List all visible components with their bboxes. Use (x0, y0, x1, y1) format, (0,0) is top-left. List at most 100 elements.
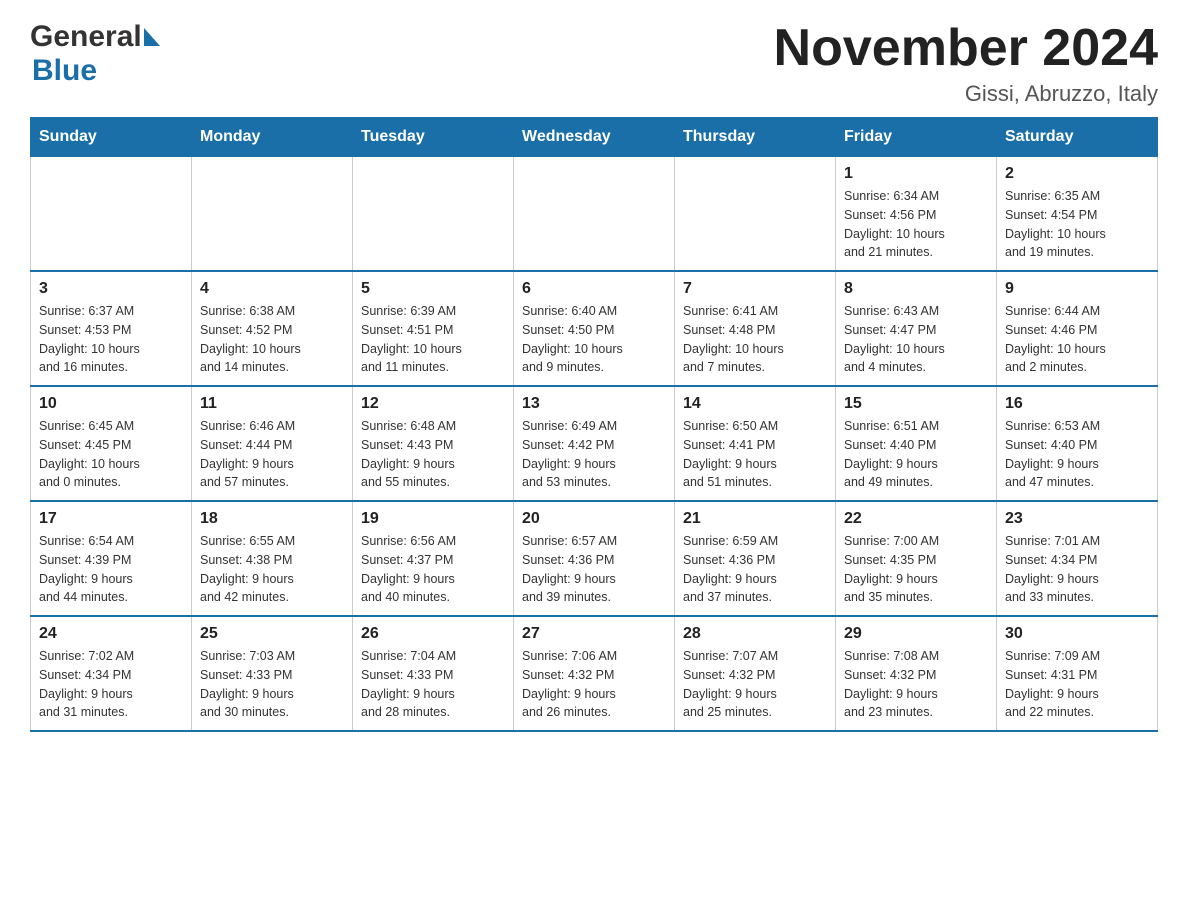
calendar-cell: 6 Sunrise: 6:40 AM Sunset: 4:50 PM Daylig… (514, 271, 675, 386)
week-row-5: 24 Sunrise: 7:02 AM Sunset: 4:34 PM Dayli… (31, 616, 1158, 731)
day-info: Sunrise: 6:43 AM Sunset: 4:47 PM Dayligh… (844, 302, 988, 377)
location: Gissi, Abruzzo, Italy (774, 81, 1158, 107)
day-info: Sunrise: 6:54 AM Sunset: 4:39 PM Dayligh… (39, 532, 183, 607)
day-number: 30 (1005, 625, 1149, 643)
calendar-cell: 10Sunrise: 6:45 AM Sunset: 4:45 PM Dayli… (31, 386, 192, 501)
day-info: Sunrise: 7:06 AM Sunset: 4:32 PM Dayligh… (522, 647, 666, 722)
calendar-cell: 25 Sunrise: 7:03 AM Sunset: 4:33 PM Dayli… (192, 616, 353, 731)
calendar-cell: 21 Sunrise: 6:59 AM Sunset: 4:36 PM Dayli… (675, 501, 836, 616)
calendar-cell: 8Sunrise: 6:43 AM Sunset: 4:47 PM Daylig… (836, 271, 997, 386)
day-info: Sunrise: 7:08 AM Sunset: 4:32 PM Dayligh… (844, 647, 988, 722)
day-number: 12 (361, 395, 505, 413)
day-number: 6 (522, 280, 666, 298)
calendar-cell: 5 Sunrise: 6:39 AM Sunset: 4:51 PM Daylig… (353, 271, 514, 386)
month-title: November 2024 (774, 20, 1158, 77)
day-info: Sunrise: 6:41 AM Sunset: 4:48 PM Dayligh… (683, 302, 827, 377)
weekday-header-row: SundayMondayTuesdayWednesdayThursdayFrid… (31, 118, 1158, 157)
weekday-header-saturday: Saturday (997, 118, 1158, 157)
day-info: Sunrise: 6:46 AM Sunset: 4:44 PM Dayligh… (200, 417, 344, 492)
day-number: 9 (1005, 280, 1149, 298)
day-number: 2 (1005, 165, 1149, 183)
day-info: Sunrise: 6:45 AM Sunset: 4:45 PM Dayligh… (39, 417, 183, 492)
day-number: 20 (522, 510, 666, 528)
day-number: 11 (200, 395, 344, 413)
day-number: 25 (200, 625, 344, 643)
day-info: Sunrise: 6:50 AM Sunset: 4:41 PM Dayligh… (683, 417, 827, 492)
logo: General Blue (30, 20, 160, 88)
calendar-cell: 19 Sunrise: 6:56 AM Sunset: 4:37 PM Dayli… (353, 501, 514, 616)
day-number: 22 (844, 510, 988, 528)
weekday-header-monday: Monday (192, 118, 353, 157)
day-number: 24 (39, 625, 183, 643)
day-info: Sunrise: 6:37 AM Sunset: 4:53 PM Dayligh… (39, 302, 183, 377)
day-info: Sunrise: 7:00 AM Sunset: 4:35 PM Dayligh… (844, 532, 988, 607)
calendar-cell: 22 Sunrise: 7:00 AM Sunset: 4:35 PM Dayli… (836, 501, 997, 616)
calendar-cell: 14 Sunrise: 6:50 AM Sunset: 4:41 PM Dayli… (675, 386, 836, 501)
calendar-cell: 4 Sunrise: 6:38 AM Sunset: 4:52 PM Daylig… (192, 271, 353, 386)
week-row-3: 10Sunrise: 6:45 AM Sunset: 4:45 PM Dayli… (31, 386, 1158, 501)
day-number: 4 (200, 280, 344, 298)
calendar-cell: 20Sunrise: 6:57 AM Sunset: 4:36 PM Dayli… (514, 501, 675, 616)
day-info: Sunrise: 6:44 AM Sunset: 4:46 PM Dayligh… (1005, 302, 1149, 377)
day-number: 18 (200, 510, 344, 528)
day-info: Sunrise: 7:09 AM Sunset: 4:31 PM Dayligh… (1005, 647, 1149, 722)
calendar-cell: 7 Sunrise: 6:41 AM Sunset: 4:48 PM Daylig… (675, 271, 836, 386)
calendar-cell: 15 Sunrise: 6:51 AM Sunset: 4:40 PM Dayli… (836, 386, 997, 501)
day-info: Sunrise: 6:40 AM Sunset: 4:50 PM Dayligh… (522, 302, 666, 377)
day-number: 26 (361, 625, 505, 643)
day-info: Sunrise: 7:02 AM Sunset: 4:34 PM Dayligh… (39, 647, 183, 722)
calendar-cell: 18 Sunrise: 6:55 AM Sunset: 4:38 PM Dayli… (192, 501, 353, 616)
day-number: 29 (844, 625, 988, 643)
logo-arrow-icon (144, 28, 160, 46)
day-info: Sunrise: 7:01 AM Sunset: 4:34 PM Dayligh… (1005, 532, 1149, 607)
calendar-cell: 27 Sunrise: 7:06 AM Sunset: 4:32 PM Dayli… (514, 616, 675, 731)
logo-blue-text: Blue (32, 54, 97, 87)
week-row-1: 1 Sunrise: 6:34 AM Sunset: 4:56 PM Daylig… (31, 157, 1158, 272)
day-info: Sunrise: 6:38 AM Sunset: 4:52 PM Dayligh… (200, 302, 344, 377)
day-info: Sunrise: 6:34 AM Sunset: 4:56 PM Dayligh… (844, 187, 988, 262)
weekday-header-friday: Friday (836, 118, 997, 157)
day-info: Sunrise: 6:39 AM Sunset: 4:51 PM Dayligh… (361, 302, 505, 377)
logo-general-text: General (30, 20, 142, 54)
calendar-cell: 24 Sunrise: 7:02 AM Sunset: 4:34 PM Dayli… (31, 616, 192, 731)
day-number: 3 (39, 280, 183, 298)
calendar-cell (675, 157, 836, 272)
calendar-cell (192, 157, 353, 272)
calendar-cell: 29 Sunrise: 7:08 AM Sunset: 4:32 PM Dayli… (836, 616, 997, 731)
day-number: 14 (683, 395, 827, 413)
calendar-cell: 23Sunrise: 7:01 AM Sunset: 4:34 PM Dayli… (997, 501, 1158, 616)
calendar-cell (353, 157, 514, 272)
calendar-cell: 11 Sunrise: 6:46 AM Sunset: 4:44 PM Dayli… (192, 386, 353, 501)
day-number: 7 (683, 280, 827, 298)
calendar-cell: 1 Sunrise: 6:34 AM Sunset: 4:56 PM Daylig… (836, 157, 997, 272)
calendar-cell: 13Sunrise: 6:49 AM Sunset: 4:42 PM Dayli… (514, 386, 675, 501)
day-info: Sunrise: 6:49 AM Sunset: 4:42 PM Dayligh… (522, 417, 666, 492)
page-header: General Blue November 2024 Gissi, Abruzz… (30, 20, 1158, 107)
day-number: 21 (683, 510, 827, 528)
day-info: Sunrise: 6:59 AM Sunset: 4:36 PM Dayligh… (683, 532, 827, 607)
day-number: 28 (683, 625, 827, 643)
day-number: 19 (361, 510, 505, 528)
weekday-header-sunday: Sunday (31, 118, 192, 157)
calendar-cell: 26Sunrise: 7:04 AM Sunset: 4:33 PM Dayli… (353, 616, 514, 731)
day-info: Sunrise: 6:56 AM Sunset: 4:37 PM Dayligh… (361, 532, 505, 607)
calendar-cell: 2Sunrise: 6:35 AM Sunset: 4:54 PM Daylig… (997, 157, 1158, 272)
day-info: Sunrise: 7:07 AM Sunset: 4:32 PM Dayligh… (683, 647, 827, 722)
day-number: 15 (844, 395, 988, 413)
day-number: 1 (844, 165, 988, 183)
week-row-2: 3 Sunrise: 6:37 AM Sunset: 4:53 PM Daylig… (31, 271, 1158, 386)
week-row-4: 17 Sunrise: 6:54 AM Sunset: 4:39 PM Dayli… (31, 501, 1158, 616)
calendar-cell: 30 Sunrise: 7:09 AM Sunset: 4:31 PM Dayli… (997, 616, 1158, 731)
weekday-header-wednesday: Wednesday (514, 118, 675, 157)
calendar-cell: 3 Sunrise: 6:37 AM Sunset: 4:53 PM Daylig… (31, 271, 192, 386)
day-info: Sunrise: 6:53 AM Sunset: 4:40 PM Dayligh… (1005, 417, 1149, 492)
day-number: 17 (39, 510, 183, 528)
day-info: Sunrise: 7:03 AM Sunset: 4:33 PM Dayligh… (200, 647, 344, 722)
day-number: 27 (522, 625, 666, 643)
title-section: November 2024 Gissi, Abruzzo, Italy (774, 20, 1158, 107)
day-info: Sunrise: 6:55 AM Sunset: 4:38 PM Dayligh… (200, 532, 344, 607)
day-info: Sunrise: 6:51 AM Sunset: 4:40 PM Dayligh… (844, 417, 988, 492)
calendar-cell (514, 157, 675, 272)
calendar-table: SundayMondayTuesdayWednesdayThursdayFrid… (30, 117, 1158, 732)
day-number: 5 (361, 280, 505, 298)
